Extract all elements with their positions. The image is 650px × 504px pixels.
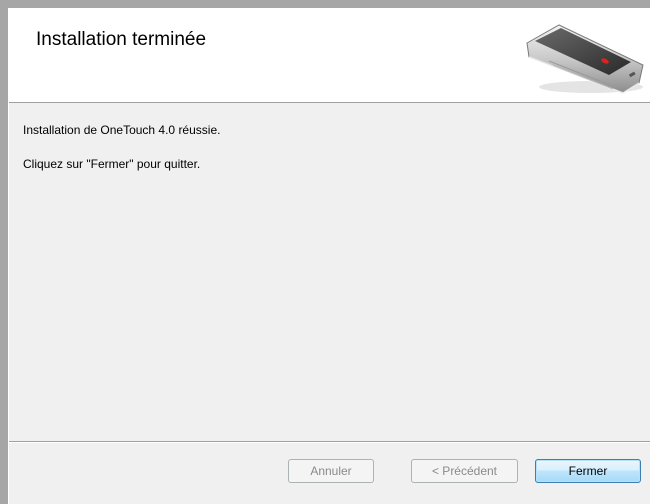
scanner-icon xyxy=(526,24,644,94)
page-title: Installation terminée xyxy=(36,29,207,50)
window-frame-left xyxy=(0,0,8,504)
installer-window: Installation terminée Installation de On… xyxy=(0,0,650,504)
instruction-message: Cliquez sur "Fermer" pour quitter. xyxy=(23,157,201,171)
footer-separator xyxy=(9,441,650,443)
cancel-button[interactable]: Annuler xyxy=(288,459,374,483)
previous-button[interactable]: < Précédent xyxy=(411,459,518,483)
window-frame-top xyxy=(0,0,650,8)
installer-dialog: Installation terminée Installation de On… xyxy=(8,8,650,504)
success-message: Installation de OneTouch 4.0 réussie. xyxy=(23,123,221,137)
close-button[interactable]: Fermer xyxy=(535,459,641,483)
dialog-header: Installation terminée xyxy=(9,9,650,103)
